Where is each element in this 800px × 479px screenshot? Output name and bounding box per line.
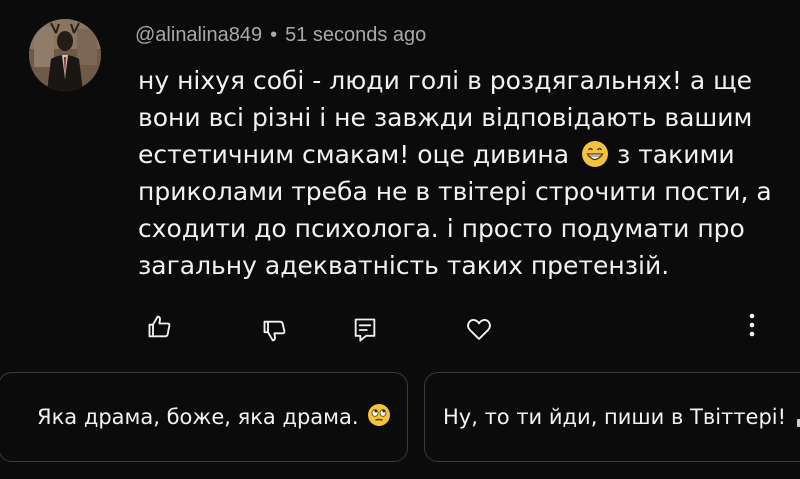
suggested-reply-text: Ну, то ти йди, пиши в Твіттері! xyxy=(443,405,787,429)
comment-line: ну ніхуя собі - люди голі в роздягальнях… xyxy=(138,66,753,95)
more-vertical-icon xyxy=(748,312,756,338)
suggested-reply-text: Яка драма, боже, яка драма. xyxy=(37,405,359,429)
suggested-reply-card[interactable]: Яка драма, боже, яка драма. xyxy=(0,372,408,462)
comment-line: сходити до психолога. і просто подумати … xyxy=(138,214,745,243)
comment-text: ну ніхуя собі - люди голі в роздягальнях… xyxy=(138,62,772,284)
timestamp: 51 seconds ago xyxy=(285,23,427,46)
heart-button[interactable] xyxy=(464,314,494,344)
dislike-button[interactable] xyxy=(260,316,290,346)
grinning-face-emoji xyxy=(581,140,609,168)
more-button[interactable] xyxy=(737,310,767,340)
meta-separator: • xyxy=(270,23,278,46)
comment-line: приколами треба не в твітері строчити по… xyxy=(138,177,772,206)
comment-screen: @alinalina849 • 51 seconds ago ну ніхуя … xyxy=(0,0,800,479)
person-at-computer-emoji xyxy=(794,403,800,432)
suggested-reply-card[interactable]: Ну, то ти йди, пиши в Твіттері! xyxy=(424,372,800,462)
heart-icon xyxy=(465,315,493,343)
face-with-rolling-eyes-emoji xyxy=(367,403,391,432)
comment-meta: @alinalina849 • 51 seconds ago xyxy=(135,22,426,48)
avatar[interactable] xyxy=(29,19,101,91)
comment-line: загальну адекватність таких претензій. xyxy=(138,251,670,280)
comment-line: естетичним смакам! оце дивина з такими xyxy=(138,136,758,173)
comment-line: вони всі різні і не завжди відповідають … xyxy=(138,103,753,132)
reply-button[interactable] xyxy=(350,315,380,345)
avatar-image xyxy=(29,19,101,91)
comment-fragment: з такими xyxy=(617,140,735,169)
reply-comment-icon xyxy=(352,316,378,344)
like-button[interactable] xyxy=(145,312,175,342)
thumbs-down-icon xyxy=(261,317,289,345)
username[interactable]: @alinalina849 xyxy=(135,24,262,47)
comment-fragment: естетичним смакам! оце дивина xyxy=(138,140,570,169)
thumbs-up-icon xyxy=(146,313,174,341)
